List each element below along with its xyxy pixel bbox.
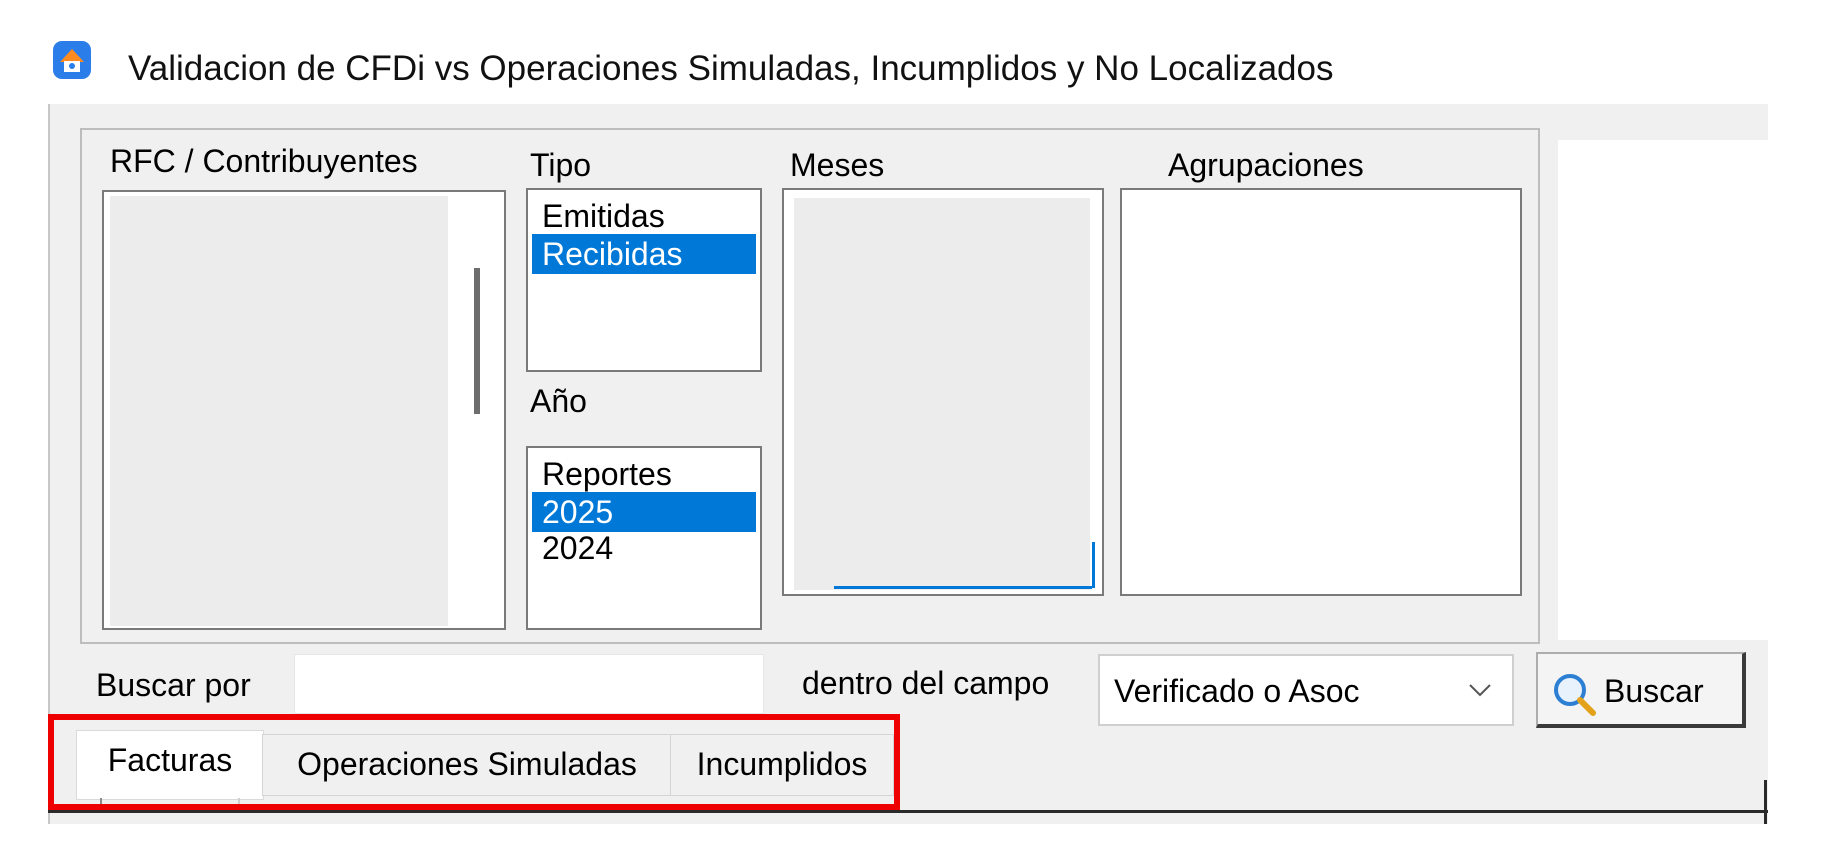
- list-item-2025[interactable]: 2025: [532, 492, 756, 532]
- rfc-label: RFC / Contribuyentes: [110, 143, 418, 179]
- chevron-down-icon: [1469, 684, 1491, 697]
- focus-indicator: [834, 586, 1092, 589]
- list-item-recibidas[interactable]: Recibidas: [532, 234, 756, 274]
- tab-panel-border: [48, 810, 1768, 813]
- anio-label: Año: [530, 383, 587, 419]
- redacted-content: [794, 198, 1090, 590]
- field-select-value: Verificado o Asoc: [1114, 673, 1360, 709]
- meses-label: Meses: [790, 147, 885, 183]
- redacted-content: [110, 196, 448, 626]
- agrupaciones-listbox[interactable]: [1120, 188, 1522, 596]
- highlight-annotation: [48, 714, 900, 810]
- dentro-del-campo-label: dentro del campo: [802, 665, 1050, 701]
- search-input[interactable]: [294, 654, 764, 714]
- meses-listbox[interactable]: [782, 188, 1104, 596]
- buscar-button-label: Buscar: [1604, 673, 1704, 709]
- scrollbar-thumb[interactable]: [474, 268, 480, 414]
- field-select[interactable]: Verificado o Asoc: [1098, 654, 1514, 726]
- focus-indicator: [1092, 542, 1095, 588]
- rfc-listbox[interactable]: [102, 190, 506, 630]
- buscar-por-label: Buscar por: [96, 667, 251, 703]
- agrupaciones-label: Agrupaciones: [1168, 147, 1364, 183]
- window-title: Validacion de CFDi vs Operaciones Simula…: [128, 49, 1334, 88]
- anio-listbox[interactable]: Reportes 2025 2024: [526, 446, 762, 630]
- list-item-emitidas[interactable]: Emitidas: [540, 196, 756, 236]
- list-item-reportes[interactable]: Reportes: [540, 454, 756, 494]
- list-item-2024[interactable]: 2024: [540, 528, 756, 568]
- right-panel-blank: [1558, 140, 1768, 640]
- tipo-label: Tipo: [530, 147, 592, 183]
- magnifier-icon: [1554, 674, 1596, 716]
- app-logo-icon: [53, 41, 91, 79]
- tipo-listbox[interactable]: Emitidas Recibidas: [526, 188, 762, 372]
- buscar-button[interactable]: Buscar: [1536, 652, 1746, 728]
- window-right-border: [1764, 780, 1767, 824]
